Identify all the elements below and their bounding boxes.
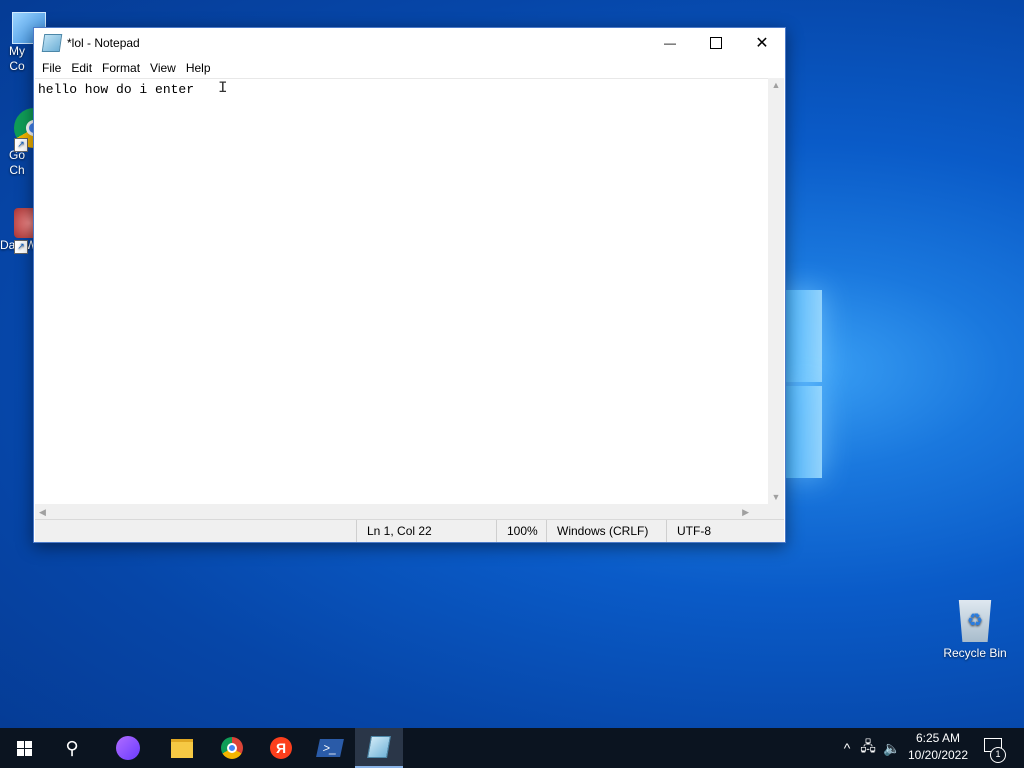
notepad-app[interactable]: [355, 728, 403, 768]
taskbar: ⚲ Я >_ ^ 🖧 🔈 6:25 AM 10/20/2022 1: [0, 728, 1024, 768]
scroll-up-icon[interactable]: ▲: [768, 80, 784, 90]
status-cursor-position: Ln 1, Col 22: [356, 520, 496, 542]
menu-bar: File Edit Format View Help: [34, 58, 785, 78]
yandex-icon: Я: [270, 737, 292, 759]
scroll-down-icon[interactable]: ▼: [768, 492, 784, 502]
scroll-right-icon[interactable]: ▶: [742, 504, 749, 520]
alice-app[interactable]: [104, 728, 152, 768]
menu-help[interactable]: Help: [181, 61, 216, 75]
notification-badge: 1: [990, 747, 1006, 763]
search-icon: ⚲: [65, 737, 79, 758]
action-center-button[interactable]: 1: [980, 736, 1006, 763]
search-button[interactable]: ⚲: [48, 728, 96, 768]
title-bar[interactable]: *lol - Notepad — ✕: [34, 28, 785, 58]
window-title: *lol - Notepad: [67, 36, 140, 50]
notepad-window: *lol - Notepad — ✕ File Edit Format View…: [33, 27, 786, 543]
system-tray: ^ 🖧 🔈: [838, 728, 904, 768]
close-button[interactable]: ✕: [739, 28, 785, 58]
maximize-icon: [710, 37, 722, 49]
desktop-icon-my-computer[interactable]: My Co: [0, 12, 46, 74]
powershell-app[interactable]: >_: [306, 728, 354, 768]
network-icon[interactable]: 🖧: [856, 736, 880, 760]
horizontal-scrollbar[interactable]: ◀ ▶: [35, 504, 771, 520]
chrome-app[interactable]: [208, 728, 256, 768]
menu-edit[interactable]: Edit: [66, 61, 97, 75]
menu-file[interactable]: File: [37, 61, 66, 75]
powershell-icon: >_: [316, 739, 344, 757]
menu-view[interactable]: View: [145, 61, 181, 75]
menu-format[interactable]: Format: [97, 61, 145, 75]
file-explorer-app[interactable]: [158, 728, 206, 768]
clock[interactable]: 6:25 AM 10/20/2022: [900, 730, 976, 764]
close-icon: ✕: [755, 35, 769, 52]
alice-icon: [116, 736, 140, 760]
minimize-button[interactable]: —: [647, 28, 693, 58]
folder-icon: [171, 738, 193, 758]
recycle-bin-icon: [958, 600, 992, 642]
text-editor-area[interactable]: hello how do i enter I: [35, 78, 771, 504]
maximize-button[interactable]: [693, 28, 739, 58]
chrome-icon: [221, 737, 243, 759]
scroll-left-icon[interactable]: ◀: [39, 504, 46, 520]
scrollbar-corner: [768, 504, 784, 520]
clock-date: 10/20/2022: [907, 748, 969, 762]
desktop-icon-label: My Co: [9, 44, 25, 73]
yandex-app[interactable]: Я: [257, 728, 305, 768]
notepad-icon: [41, 34, 63, 52]
status-encoding: UTF-8: [666, 520, 786, 542]
status-line-ending: Windows (CRLF): [546, 520, 666, 542]
windows-icon: [16, 740, 32, 756]
vertical-scrollbar[interactable]: ▲ ▼: [768, 78, 784, 504]
desktop-icon-google-chrome[interactable]: ↗ Go Ch: [0, 108, 54, 178]
shortcut-arrow-icon: ↗: [14, 138, 28, 152]
notepad-icon: [367, 736, 391, 758]
editor-text: hello how do i enter: [38, 82, 202, 97]
desktop-icon-label: Ch: [9, 163, 25, 177]
shortcut-arrow-icon: ↗: [14, 240, 28, 254]
start-button[interactable]: [0, 728, 48, 768]
desktop-icon-dataw[interactable]: ↗ DataW: [0, 208, 44, 254]
clock-time: 6:25 AM: [915, 731, 961, 745]
desktop-icon-label: Recycle Bin: [943, 646, 1007, 660]
text-cursor-icon: I: [218, 79, 228, 97]
status-zoom: 100%: [496, 520, 546, 542]
show-hidden-icons-chevron-icon[interactable]: ^: [838, 740, 856, 756]
desktop-icon-recycle-bin[interactable]: Recycle Bin: [938, 600, 1012, 661]
windows-wallpaper-logo: [786, 290, 822, 480]
minimize-icon: —: [664, 36, 676, 50]
status-bar: Ln 1, Col 22 100% Windows (CRLF) UTF-8: [35, 519, 784, 542]
